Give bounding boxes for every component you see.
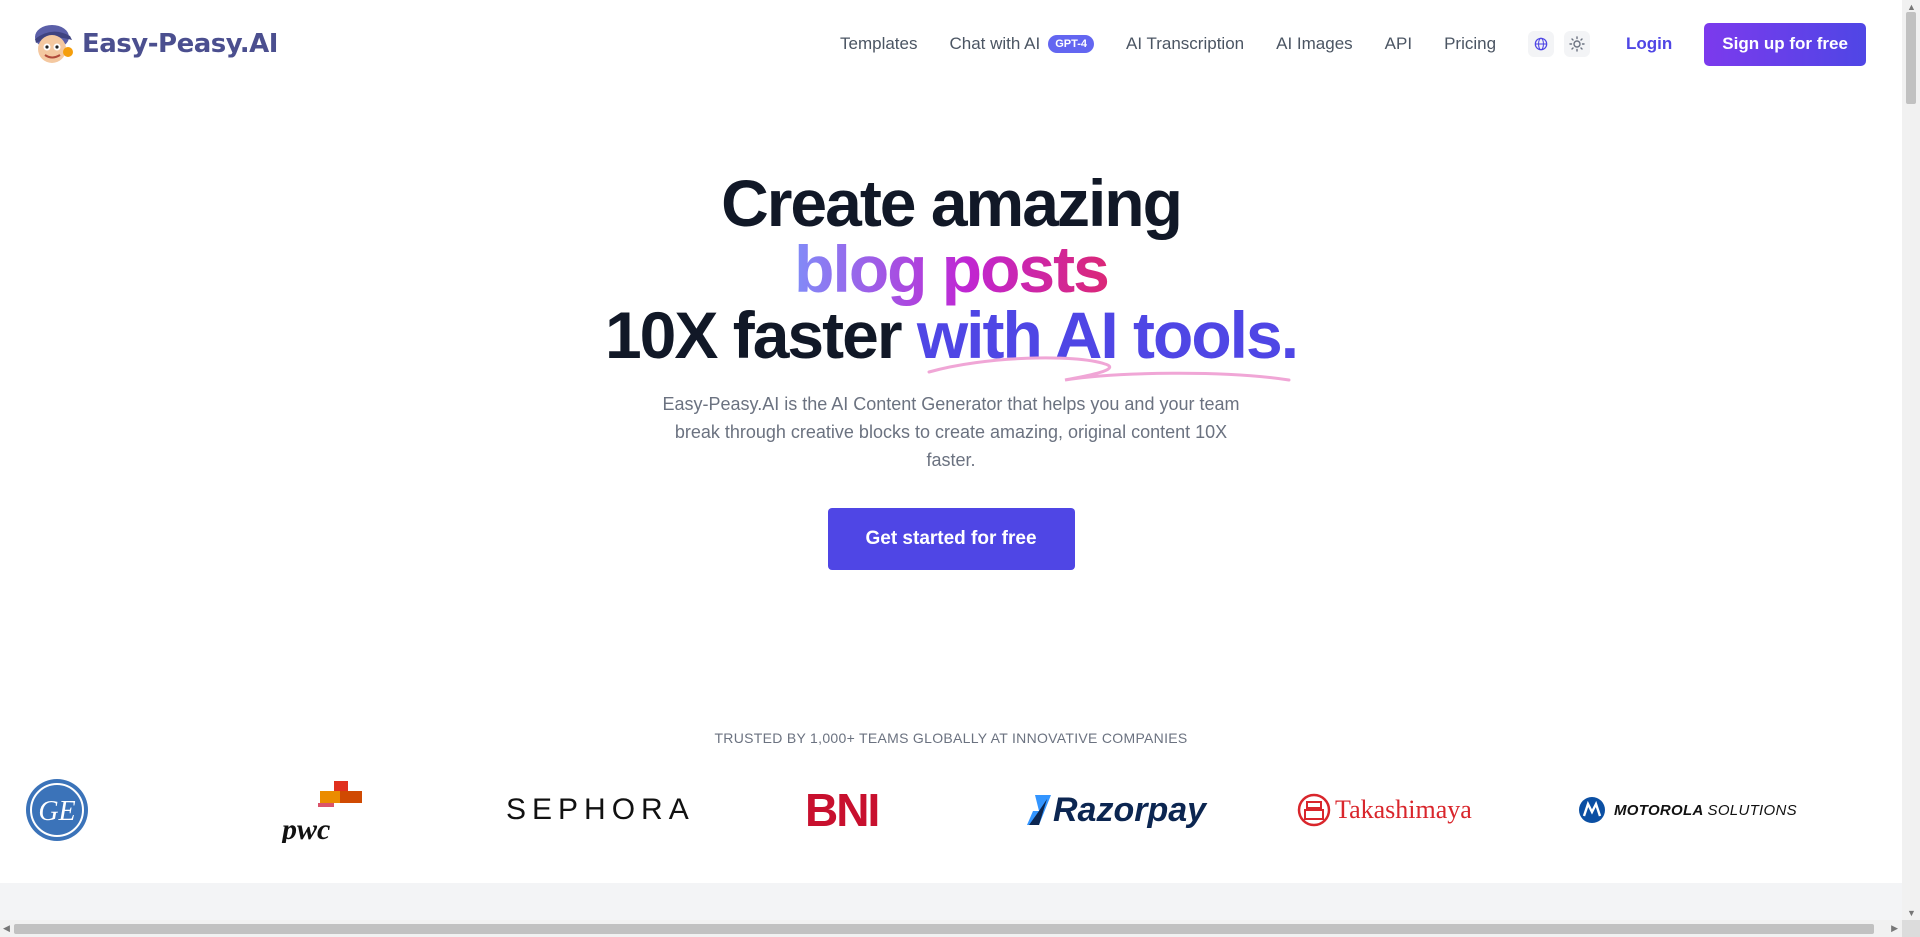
motorola-logo: MOTOROLA SOLUTIONS xyxy=(1578,775,1797,845)
login-link[interactable]: Login xyxy=(1626,34,1672,54)
motorola-text: MOTOROLA SOLUTIONS xyxy=(1614,802,1797,819)
scroll-right-arrow-icon[interactable]: ▶ xyxy=(1891,923,1898,934)
nav-api[interactable]: API xyxy=(1385,34,1412,54)
motorola-text-light: SOLUTIONS xyxy=(1707,801,1797,819)
hero-section: Create amazing blog posts 10X faster wit… xyxy=(0,170,1902,570)
hero-line3-accent-text: with AI tools. xyxy=(916,298,1299,372)
globe-icon xyxy=(1534,37,1548,51)
takashimaya-mark-icon xyxy=(1297,793,1331,827)
vertical-scroll-thumb[interactable] xyxy=(1906,12,1916,104)
nav-ai-images[interactable]: AI Images xyxy=(1276,34,1353,54)
hero-heading-line2: blog posts xyxy=(0,236,1902,302)
signup-button[interactable]: Sign up for free xyxy=(1704,22,1866,66)
hero-subtitle: Easy-Peasy.AI is the AI Content Generato… xyxy=(662,394,1240,470)
sun-icon xyxy=(1569,36,1585,52)
logo-mascot-icon xyxy=(30,22,76,66)
ge-logo: GE xyxy=(25,775,89,845)
scroll-down-arrow-icon[interactable]: ▼ xyxy=(1907,908,1916,918)
get-started-button[interactable]: Get started for free xyxy=(827,508,1075,570)
razorpay-mark-icon xyxy=(1027,795,1051,825)
scrollbar-corner xyxy=(1902,920,1920,937)
nav-chat-with-ai[interactable]: Chat with AI GPT-4 xyxy=(949,34,1094,54)
top-navbar: Easy-Peasy.AI Templates Chat with AI GPT… xyxy=(0,0,1902,88)
nav-templates[interactable]: Templates xyxy=(840,34,917,54)
trusted-label: TRUSTED BY 1,000+ TEAMS GLOBALLY AT INNO… xyxy=(714,730,1188,746)
hero-heading-line1: Create amazing xyxy=(721,166,1183,240)
takashimaya-text: Takashimaya xyxy=(1335,795,1472,824)
hero-line3-accent: with AI tools. xyxy=(916,298,1299,382)
motorola-text-bold: MOTOROLA xyxy=(1614,801,1704,819)
logo-link[interactable]: Easy-Peasy.AI xyxy=(30,22,278,66)
nav-ai-transcription[interactable]: AI Transcription xyxy=(1126,34,1244,54)
scroll-left-arrow-icon[interactable]: ◀ xyxy=(3,923,10,934)
hero-line3-plain: 10X faster xyxy=(604,298,917,372)
logo-text: Easy-Peasy.AI xyxy=(82,29,278,59)
scroll-up-arrow-icon[interactable]: ▲ xyxy=(1907,2,1916,12)
page: Easy-Peasy.AI Templates Chat with AI GPT… xyxy=(0,0,1902,937)
nav-links: Templates Chat with AI GPT-4 AI Transcri… xyxy=(840,0,1866,88)
bni-logo: BNI xyxy=(805,784,880,836)
language-button[interactable] xyxy=(1528,31,1555,57)
brand-logos-row: GE pwc SEPHORA BNI Razorpay Takashimaya … xyxy=(0,775,1902,845)
takashimaya-logo: Takashimaya xyxy=(1297,775,1472,845)
ge-logo-text: GE xyxy=(38,796,75,827)
hero-heading-line3-wrap: 10X faster with AI tools. xyxy=(0,302,1902,382)
pwc-logo-text: pwc xyxy=(280,813,330,843)
pwc-logo: pwc xyxy=(280,775,366,845)
gpt4-badge: GPT-4 xyxy=(1048,35,1094,53)
vertical-scrollbar[interactable]: ▲ ▼ xyxy=(1902,0,1920,920)
razorpay-text: Razorpay xyxy=(1053,790,1207,829)
nav-chat-label: Chat with AI xyxy=(949,34,1041,53)
theme-toggle-button[interactable] xyxy=(1564,31,1591,57)
razorpay-logo: Razorpay xyxy=(1025,775,1206,845)
motorola-mark-icon xyxy=(1579,797,1605,823)
horizontal-scrollbar[interactable]: ◀ ▶ xyxy=(0,920,1902,937)
hero-heading-line3: 10X faster with AI tools. xyxy=(605,302,1299,382)
nav-pricing[interactable]: Pricing xyxy=(1444,34,1496,54)
sephora-logo: SEPHORA xyxy=(506,793,695,826)
horizontal-scroll-thumb[interactable] xyxy=(14,924,1874,934)
hero-rotating-keyword: blog posts xyxy=(794,232,1110,306)
